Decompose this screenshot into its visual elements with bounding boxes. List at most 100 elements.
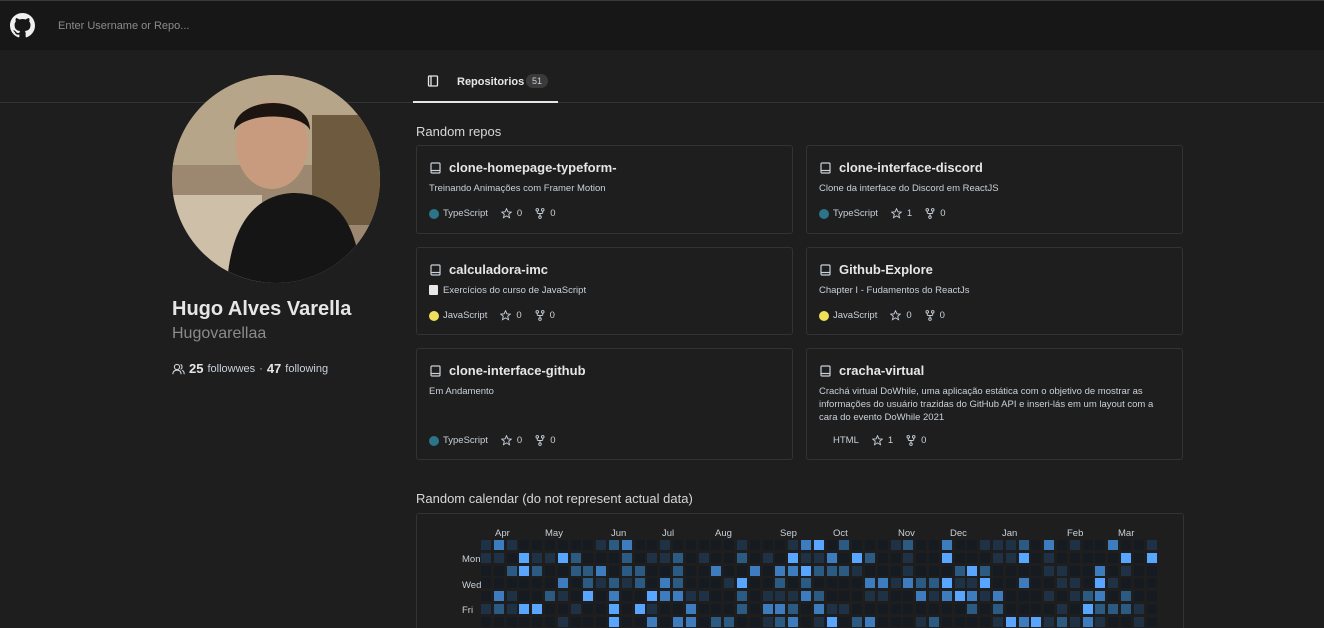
calendar-day-cell (903, 591, 914, 602)
calendar-day-cell (711, 565, 722, 576)
calendar-day-cell (1044, 616, 1055, 627)
calendar-day-cell (826, 540, 837, 550)
calendar-day-cell (1031, 604, 1042, 614)
tab-divider (0, 102, 1324, 103)
calendar-day-cell (724, 591, 735, 602)
fork-icon (535, 310, 545, 321)
calendar-day-cell (980, 540, 991, 550)
book-icon (427, 75, 439, 87)
calendar-month-label: Jun (611, 528, 627, 539)
repo-card[interactable]: clone-interface-discord Clone da interfac… (806, 145, 1183, 234)
calendar-day-cell (570, 578, 581, 589)
repo-stars: 0 (890, 310, 912, 321)
calendar-day-cell (1031, 591, 1042, 602)
calendar-day-cell (1108, 578, 1119, 589)
calendar-day-cell (762, 540, 773, 550)
calendar-day-cell (1146, 552, 1157, 563)
calendar-day-cell (749, 578, 760, 589)
calendar-day-cell (929, 565, 939, 576)
repo-name[interactable]: clone-interface-github (449, 363, 586, 378)
calendar-day-cell (532, 604, 543, 614)
search-input[interactable] (50, 11, 450, 41)
calendar-day-cell (813, 552, 824, 563)
calendar-day-cell (724, 604, 735, 614)
calendar-day-cell (1082, 578, 1093, 589)
calendar-day-cell (737, 604, 747, 614)
calendar-day-cell (980, 552, 991, 563)
calendar-day-cell (890, 604, 901, 614)
repo-forks: 0 (925, 208, 945, 219)
repo-name[interactable]: calculadora-imc (449, 262, 548, 277)
repo-name[interactable]: clone-homepage-typeform- (449, 160, 617, 175)
calendar-day-cell (993, 604, 1003, 614)
calendar-day-cell (545, 604, 555, 614)
calendar-day-label: Wed (462, 580, 482, 591)
repo-stars: 0 (500, 435, 522, 446)
calendar-day-cell (506, 578, 517, 589)
calendar-day-cell (993, 578, 1003, 589)
calendar-day-cell (660, 578, 671, 589)
repo-card[interactable]: cracha-virtual Crachá virtual DoWhile, um… (806, 348, 1183, 460)
fork-count: 0 (550, 208, 556, 219)
calendar-day-cell (762, 604, 773, 614)
calendar-day-cell (596, 591, 607, 602)
calendar-day-cell (929, 552, 939, 563)
calendar-day-cell (1031, 540, 1042, 550)
repo-card[interactable]: clone-interface-github Em Andamento TypeSc… (416, 348, 793, 460)
fork-icon (925, 208, 935, 219)
calendar-day-cell (634, 552, 645, 563)
calendar-day-cell (685, 604, 696, 614)
calendar-day-cell (1069, 540, 1080, 550)
follow-stats: 25 followwes · 47 following (172, 361, 328, 376)
calendar-day-cell (711, 540, 722, 550)
star-icon (500, 435, 512, 446)
calendar-day-cell (519, 591, 530, 602)
calendar-day-cell (1005, 540, 1016, 550)
calendar-day-cell (980, 604, 991, 614)
calendar-day-cell (1031, 565, 1042, 576)
repo-name[interactable]: clone-interface-discord (839, 160, 983, 175)
calendar-day-cell (1018, 604, 1029, 614)
calendar-day-cell (532, 540, 543, 550)
calendar-day-cell (1044, 604, 1055, 614)
repo-language: TypeScript (443, 208, 488, 219)
calendar-day-cell (660, 616, 671, 627)
github-logo-icon[interactable] (10, 13, 35, 38)
calendar-month-label: Mar (1118, 528, 1135, 539)
repo-name[interactable]: cracha-virtual (839, 363, 924, 378)
calendar-day-cell (1069, 591, 1080, 602)
profile-name: Hugo Alves Varella (172, 298, 352, 320)
repo-language: TypeScript (833, 208, 878, 219)
fork-icon (906, 435, 916, 446)
repo-language: HTML (833, 435, 859, 446)
followers-label[interactable]: followwes (207, 363, 255, 375)
calendar-day-cell (852, 616, 863, 627)
language-color-dot (429, 208, 439, 219)
repo-card[interactable]: Github-Explore Chapter I - Fudamentos do … (806, 247, 1183, 335)
calendar-day-cell (557, 552, 568, 563)
calendar-day-cell (1018, 616, 1029, 627)
calendar-day-cell (839, 578, 850, 589)
repo-card[interactable]: clone-homepage-typeform- Treinando Animaç… (416, 145, 793, 234)
repo-card[interactable]: calculadora-imc Exercícios do curso de Ja… (416, 247, 793, 335)
calendar-day-cell (762, 591, 773, 602)
calendar-month-label: Nov (898, 528, 915, 539)
calendar-day-cell (967, 604, 978, 614)
calendar-day-cell (839, 540, 850, 550)
calendar-day-cell (583, 565, 594, 576)
calendar-day-cell (801, 552, 811, 563)
calendar-day-cell (609, 540, 619, 550)
calendar-day-cell (532, 591, 543, 602)
calendar-day-cell (481, 604, 491, 614)
calendar-day-cell (749, 591, 760, 602)
calendar-month-label: May (545, 528, 563, 539)
calendar-day-cell (1069, 552, 1080, 563)
avatar (172, 75, 380, 283)
calendar-day-cell (685, 578, 696, 589)
following-label[interactable]: following (285, 363, 328, 375)
repo-meta: JavaScript 0 0 (429, 310, 555, 321)
calendar-day-cell (570, 565, 581, 576)
tab-repositories[interactable]: Repositorios 51 (413, 62, 558, 103)
calendar-day-cell (711, 578, 722, 589)
repo-name[interactable]: Github-Explore (839, 262, 933, 277)
